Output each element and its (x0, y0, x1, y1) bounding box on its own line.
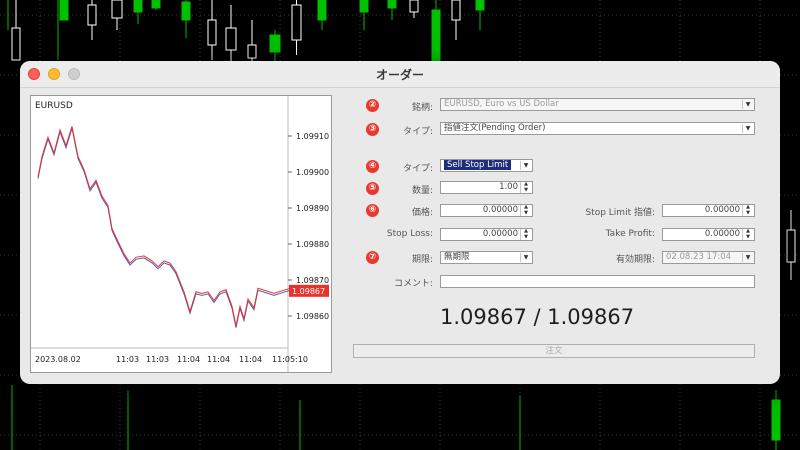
chevron-down-icon: ▼ (742, 253, 753, 262)
place-order-button[interactable]: 注文 (353, 344, 755, 358)
x-tick-label: 11:05:10 (272, 355, 308, 364)
expiration-value: 無期限 (444, 252, 470, 262)
order-type-select[interactable]: Sell Stop Limit ▼ (440, 159, 533, 172)
bid-ask-display: 1.09867 / 1.09867 (440, 305, 635, 329)
type-value: 指値注文(Pending Order) (444, 123, 546, 133)
expiration-date-label: 有効期限: (615, 255, 655, 265)
volume-input[interactable]: 1.00 ▲ ▼ (440, 181, 533, 194)
price-label: 価格: (411, 208, 433, 218)
price-value: 0.00000 (482, 205, 518, 215)
candle-body (111, 0, 123, 19)
symbol-value: EURUSD, Euro vs US Dollar (444, 99, 559, 109)
symbol-label: 銘柄: (411, 103, 433, 113)
marker-5: ⑤ (366, 182, 379, 195)
bid-series-line (37, 128, 291, 328)
candle-body (786, 229, 796, 263)
y-tick-label: 1.09860 (296, 312, 329, 321)
comment-input[interactable] (440, 275, 755, 288)
marker-4: ④ (366, 160, 379, 173)
x-tick-label: 11:04 (177, 355, 200, 364)
y-tick-label: 1.09910 (296, 132, 329, 141)
tick-chart: EURUSD 1.09910 1.09900 1.09890 1.09880 1.0987… (30, 95, 332, 373)
candle-body (475, 0, 485, 11)
candle-body (269, 34, 281, 53)
candle-body (87, 4, 97, 26)
stop-limit-value: 0.00000 (704, 205, 740, 215)
stepper-arrows-icon[interactable]: ▲ ▼ (520, 205, 531, 216)
y-tick-label: 1.09880 (296, 240, 329, 249)
volume-label: 数量: (411, 186, 433, 196)
stepper-arrows-icon[interactable]: ▲ ▼ (742, 205, 753, 216)
candle-body (409, 0, 419, 13)
candle-body (387, 0, 397, 9)
type-select[interactable]: 指値注文(Pending Order) ▼ (440, 122, 755, 135)
price-input[interactable]: 0.00000 ▲ ▼ (440, 204, 533, 217)
order-dialog: オーダー EURUSD 1.09910 1.09900 1.09890 1.09880 1… (20, 61, 780, 384)
take-profit-label: Take Profit: (605, 229, 655, 239)
stop-loss-value: 0.00000 (482, 229, 518, 239)
marker-2: ② (366, 99, 379, 112)
candle-body (207, 19, 217, 46)
chevron-down-icon: ▼ (742, 124, 753, 133)
chevron-down-icon: ▼ (742, 100, 753, 109)
chevron-down-icon: ▼ (520, 253, 531, 262)
window-title: オーダー (375, 68, 424, 82)
stepper-arrows-icon[interactable]: ▲ ▼ (520, 229, 531, 240)
x-tick-label: 11:04 (239, 355, 262, 364)
take-profit-input[interactable]: 0.00000 ▲ ▼ (662, 228, 755, 241)
y-tick-label: 1.09890 (296, 204, 329, 213)
stop-loss-input[interactable]: 0.00000 ▲ ▼ (440, 228, 533, 241)
stop-loss-label: Stop Loss: (386, 229, 433, 239)
ask-series-line (37, 126, 291, 326)
y-tick-label: 1.09900 (296, 168, 329, 177)
candle-body (431, 9, 441, 63)
current-price-label: 1.09867 (292, 287, 325, 296)
candle-body (11, 27, 21, 61)
expiration-select[interactable]: 無期限 ▼ (440, 251, 533, 264)
expiration-date-input[interactable]: 02.08.23 17:04 ▼ (662, 251, 755, 264)
order-type-value: Sell Stop Limit (444, 160, 512, 170)
expiration-label: 期限: (411, 255, 433, 265)
candle-body (451, 0, 461, 21)
candle-body (247, 44, 257, 59)
marker-7: ⑦ (366, 251, 379, 264)
title-bar: オーダー (20, 61, 780, 88)
tick-chart-canvas: EURUSD 1.09910 1.09900 1.09890 1.09880 1.0987… (31, 96, 329, 372)
chevron-down-icon: ▼ (520, 161, 531, 170)
stepper-arrows-icon[interactable]: ▲ ▼ (520, 182, 531, 193)
y-tick-label: 1.09870 (296, 276, 329, 285)
comment-label: コメント: (393, 279, 433, 289)
stop-limit-label: Stop Limit 指値: (585, 208, 655, 218)
candle-body (225, 27, 237, 51)
order-type-label: タイプ: (402, 164, 433, 174)
candle-body (771, 399, 781, 441)
candle-body (59, 0, 69, 21)
symbol-select[interactable]: EURUSD, Euro vs US Dollar ▼ (440, 98, 755, 111)
take-profit-value: 0.00000 (704, 229, 740, 239)
stepper-arrows-icon[interactable]: ▲ ▼ (742, 229, 753, 240)
stop-limit-input[interactable]: 0.00000 ▲ ▼ (662, 204, 755, 217)
candle-body (181, 1, 191, 21)
x-tick-label: 2023.08.02 (35, 355, 81, 364)
volume-value: 1.00 (499, 182, 518, 192)
marker-6: ⑥ (366, 204, 379, 217)
x-tick-label: 11:03 (146, 355, 169, 364)
candle-body (291, 4, 302, 41)
chart-symbol-label: EURUSD (35, 101, 73, 111)
x-tick-label: 11:03 (116, 355, 139, 364)
candle-body (359, 0, 369, 13)
type-label: タイプ: (402, 127, 433, 137)
candle-body (133, 0, 143, 13)
marker-3: ③ (366, 123, 379, 136)
expiration-date-value: 02.08.23 17:04 (666, 252, 732, 262)
candle-body (151, 0, 161, 9)
x-tick-label: 11:04 (207, 355, 230, 364)
candle-body (317, 0, 327, 21)
